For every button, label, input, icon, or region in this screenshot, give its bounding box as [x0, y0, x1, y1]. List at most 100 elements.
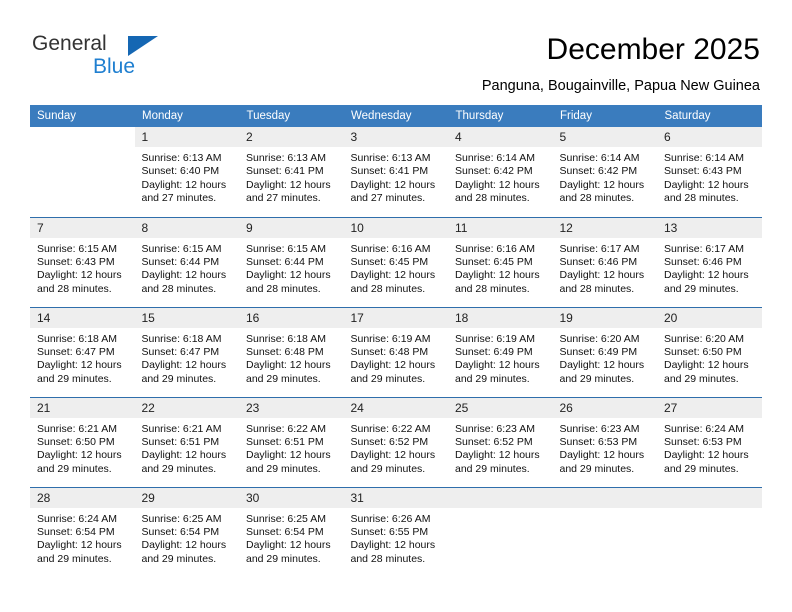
sunset-text: Sunset: 6:47 PM — [37, 345, 115, 358]
calendar-day-cell[interactable]: 6 Sunrise: 6:14 AM Sunset: 6:43 PM Daylight… — [657, 127, 762, 217]
sunset-text: Sunset: 6:44 PM — [246, 255, 324, 268]
calendar-day-cell[interactable]: 2 Sunrise: 6:13 AM Sunset: 6:41 PM Daylight… — [239, 127, 344, 217]
daylight-text-line2: and 29 minutes. — [350, 462, 426, 475]
calendar-grid: Sunday Monday Tuesday Wednesday Thursday… — [30, 105, 762, 577]
calendar-day-cell[interactable]: 9 Sunrise: 6:15 AM Sunset: 6:44 PM Daylight… — [239, 216, 344, 307]
calendar-day-cell[interactable]: 19 Sunrise: 6:20 AM Sunset: 6:49 PM Dayligh… — [552, 306, 657, 397]
calendar-day-cell[interactable]: 16 Sunrise: 6:18 AM Sunset: 6:48 PM Dayligh… — [239, 306, 344, 397]
calendar-day-cell[interactable]: 10 Sunrise: 6:16 AM Sunset: 6:45 PM Dayligh… — [343, 216, 448, 307]
page-subtitle-location: Panguna, Bougainville, Papua New Guinea — [481, 78, 760, 94]
calendar-day-cell[interactable]: 22 Sunrise: 6:21 AM Sunset: 6:51 PM Dayligh… — [134, 396, 239, 487]
calendar-day-cell[interactable]: 28 Sunrise: 6:24 AM Sunset: 6:54 PM Dayligh… — [30, 486, 135, 577]
calendar-day-cell[interactable]: 27 Sunrise: 6:24 AM Sunset: 6:53 PM Dayligh… — [657, 396, 762, 487]
sunset-text: Sunset: 6:42 PM — [455, 165, 533, 178]
calendar-body: 1 Sunrise: 6:13 AM Sunset: 6:40 PM Daylight… — [30, 127, 762, 577]
calendar-week-row: 1 Sunrise: 6:13 AM Sunset: 6:40 PM Daylight… — [30, 127, 762, 217]
daylight-text-line2: and 28 minutes. — [246, 282, 321, 295]
daylight-text-line1: Daylight: 12 hours — [455, 178, 540, 191]
calendar-day-cell[interactable]: 26 Sunrise: 6:23 AM Sunset: 6:53 PM Dayligh… — [552, 396, 657, 487]
day-sun-info: Sunrise: 6:15 AM Sunset: 6:44 PM Daylight:… — [239, 238, 344, 297]
calendar-day-cell[interactable]: 14 Sunrise: 6:18 AM Sunset: 6:47 PM Dayligh… — [30, 306, 135, 397]
sunset-text: Sunset: 6:42 PM — [559, 165, 638, 178]
sunrise-text: Sunrise: 6:17 AM — [559, 242, 640, 255]
sunset-text: Sunset: 6:53 PM — [559, 435, 638, 448]
calendar-page: General Blue December 2025 Panguna, Boug… — [0, 0, 792, 612]
calendar-day-cell[interactable]: 31 Sunrise: 6:26 AM Sunset: 6:55 PM Dayligh… — [343, 486, 449, 577]
calendar-day-cell[interactable]: 11 Sunrise: 6:16 AM Sunset: 6:45 PM Dayligh… — [448, 216, 553, 307]
calendar-day-cell[interactable]: 17 Sunrise: 6:19 AM Sunset: 6:48 PM Dayligh… — [343, 306, 448, 397]
sunset-text: Sunset: 6:54 PM — [141, 525, 220, 538]
calendar-day-cell[interactable]: 21 Sunrise: 6:21 AM Sunset: 6:50 PM Dayligh… — [30, 396, 135, 487]
day-number — [30, 127, 135, 147]
daylight-text-line1: Daylight: 12 hours — [455, 449, 540, 462]
day-number: 25 — [448, 397, 553, 418]
sunset-text: Sunset: 6:43 PM — [37, 255, 115, 268]
day-number: 17 — [343, 307, 448, 328]
calendar-day-cell[interactable]: 8 Sunrise: 6:15 AM Sunset: 6:44 PM Daylight… — [134, 216, 240, 307]
daylight-text-line1: Daylight: 12 hours — [664, 449, 749, 462]
calendar-day-cell[interactable]: 12 Sunrise: 6:17 AM Sunset: 6:46 PM Dayligh… — [552, 216, 657, 307]
day-number: 9 — [239, 217, 344, 238]
day-sun-info: Sunrise: 6:25 AM Sunset: 6:54 PM Daylight:… — [135, 508, 240, 567]
sunset-text: Sunset: 6:53 PM — [664, 435, 742, 448]
daylight-text-line1: Daylight: 12 hours — [37, 269, 122, 282]
weekday-header-tuesday: Tuesday — [239, 105, 344, 127]
day-number: 12 — [552, 217, 657, 238]
calendar-day-cell[interactable]: 23 Sunrise: 6:22 AM Sunset: 6:51 PM Dayligh… — [239, 396, 344, 487]
daylight-text-line1: Daylight: 12 hours — [664, 269, 749, 282]
sunset-text: Sunset: 6:54 PM — [246, 525, 324, 538]
sunrise-text: Sunrise: 6:17 AM — [664, 242, 744, 255]
sunset-text: Sunset: 6:44 PM — [141, 255, 220, 268]
day-number: 19 — [552, 307, 657, 328]
sunset-text: Sunset: 6:45 PM — [455, 255, 533, 268]
calendar-day-cell[interactable]: 29 Sunrise: 6:25 AM Sunset: 6:54 PM Dayligh… — [134, 486, 240, 577]
calendar-week-row: 14 Sunrise: 6:18 AM Sunset: 6:47 PM Dayligh… — [30, 306, 762, 397]
calendar-day-cell[interactable]: 1 Sunrise: 6:13 AM Sunset: 6:40 PM Daylight… — [134, 127, 239, 217]
sunrise-text: Sunrise: 6:23 AM — [559, 422, 640, 435]
sunset-text: Sunset: 6:50 PM — [664, 345, 742, 358]
day-number: 27 — [657, 397, 762, 418]
calendar-day-cell[interactable]: 4 Sunrise: 6:14 AM Sunset: 6:42 PM Daylight… — [448, 127, 553, 217]
daylight-text-line1: Daylight: 12 hours — [246, 269, 331, 282]
calendar-day-cell[interactable]: 3 Sunrise: 6:13 AM Sunset: 6:41 PM Daylight… — [343, 127, 448, 217]
day-sun-info: Sunrise: 6:18 AM Sunset: 6:47 PM Daylight:… — [135, 328, 240, 387]
calendar-day-cell[interactable]: 5 Sunrise: 6:14 AM Sunset: 6:42 PM Daylight… — [552, 127, 657, 217]
daylight-text-line2: and 29 minutes. — [559, 372, 635, 385]
day-number: 14 — [30, 307, 135, 328]
sunset-text: Sunset: 6:41 PM — [350, 165, 429, 178]
sunset-text: Sunset: 6:47 PM — [141, 345, 220, 358]
calendar-day-cell[interactable]: 7 Sunrise: 6:15 AM Sunset: 6:43 PM Daylight… — [30, 216, 135, 307]
calendar-day-cell[interactable]: 15 Sunrise: 6:18 AM Sunset: 6:47 PM Dayligh… — [134, 306, 240, 397]
day-sun-info: Sunrise: 6:25 AM Sunset: 6:54 PM Daylight:… — [239, 508, 344, 567]
daylight-text-line2: and 29 minutes. — [37, 372, 112, 385]
calendar-day-cell[interactable]: 25 Sunrise: 6:23 AM Sunset: 6:52 PM Dayligh… — [448, 396, 553, 487]
logo-text-general: General — [32, 32, 107, 55]
page-header: General Blue December 2025 Panguna, Boug… — [0, 0, 792, 100]
day-number: 2 — [239, 127, 344, 147]
day-sun-info: Sunrise: 6:24 AM Sunset: 6:54 PM Daylight:… — [30, 508, 135, 567]
sunrise-text: Sunrise: 6:22 AM — [246, 422, 326, 435]
sunrise-text: Sunrise: 6:14 AM — [559, 152, 640, 164]
daylight-text-line2: and 29 minutes. — [455, 372, 530, 385]
day-sun-info: Sunrise: 6:26 AM Sunset: 6:55 PM Daylight:… — [344, 508, 449, 567]
daylight-text-line1: Daylight: 12 hours — [37, 539, 122, 552]
day-number: 7 — [30, 217, 135, 238]
daylight-text-line1: Daylight: 12 hours — [246, 359, 331, 372]
calendar-day-cell[interactable]: 13 Sunrise: 6:17 AM Sunset: 6:46 PM Dayligh… — [657, 216, 762, 307]
calendar-day-cell[interactable]: 20 Sunrise: 6:20 AM Sunset: 6:50 PM Dayligh… — [657, 306, 762, 397]
daylight-text-line2: and 27 minutes. — [141, 192, 217, 205]
day-sun-info: Sunrise: 6:15 AM Sunset: 6:43 PM Daylight:… — [30, 238, 135, 297]
day-sun-info: Sunrise: 6:20 AM Sunset: 6:50 PM Daylight:… — [657, 328, 762, 387]
day-sun-info: Sunrise: 6:15 AM Sunset: 6:44 PM Daylight:… — [135, 238, 240, 297]
sunrise-text: Sunrise: 6:25 AM — [141, 512, 222, 525]
daylight-text-line1: Daylight: 12 hours — [141, 178, 227, 191]
logo-text-blue: Blue — [93, 55, 136, 78]
calendar-day-cell[interactable]: 18 Sunrise: 6:19 AM Sunset: 6:49 PM Dayligh… — [448, 306, 553, 397]
day-sun-info: Sunrise: 6:19 AM Sunset: 6:49 PM Daylight:… — [448, 328, 553, 387]
calendar-day-cell[interactable]: 30 Sunrise: 6:25 AM Sunset: 6:54 PM Dayligh… — [239, 486, 344, 577]
day-number: 5 — [552, 127, 657, 147]
calendar-day-cell[interactable]: 24 Sunrise: 6:22 AM Sunset: 6:52 PM Dayligh… — [343, 396, 448, 487]
sunrise-text: Sunrise: 6:20 AM — [559, 332, 640, 345]
weekday-header-saturday: Saturday — [657, 105, 762, 127]
sunrise-text: Sunrise: 6:25 AM — [246, 512, 326, 525]
